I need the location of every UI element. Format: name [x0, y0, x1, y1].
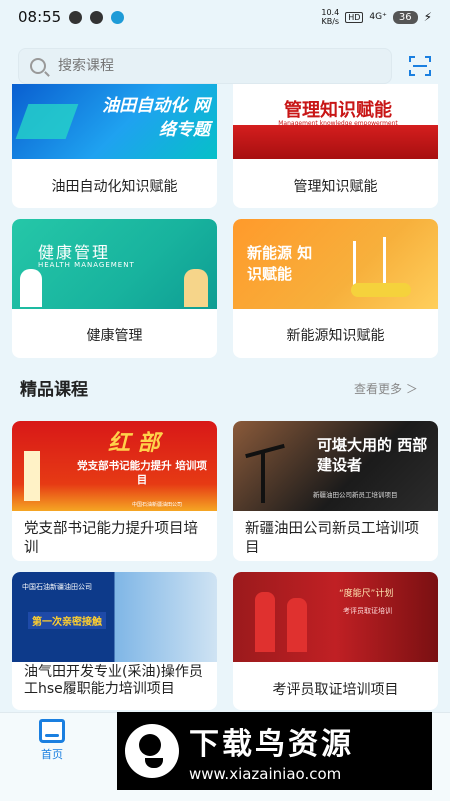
search-box[interactable]	[18, 48, 392, 84]
category-card-newenergy[interactable]: 新能源 知识赋能 新能源知识赋能	[233, 219, 438, 358]
home-icon	[39, 719, 65, 743]
category-image-automation: 油田自动化 网络专题	[12, 84, 217, 159]
course-image: 中国石油新疆油田公司 第一次亲密接触	[12, 572, 217, 662]
course-image-main: “度能尺”计划	[339, 589, 394, 599]
category-image-management: 管理知识赋能 Management knowledge empowerment	[233, 84, 438, 159]
tab-home[interactable]: 首页	[32, 719, 72, 762]
course-title: 油气田开发专业(采油)操作员工hse履职能力培训项目	[24, 664, 203, 697]
search-input[interactable]	[56, 57, 360, 75]
status-bar: 08:55 10.4 KB/s HD 4G⁺ 36 ⚡	[0, 0, 450, 34]
course-card[interactable]: 中国石油新疆油田公司 第一次亲密接触 油气田开发专业(采油)操作员工hse履职能…	[12, 572, 217, 710]
course-title: 新疆油田公司新员工培训项目	[245, 521, 419, 556]
watermark-url: www.xiazainiao.com	[189, 765, 342, 783]
category-label: 健康管理	[86, 328, 143, 344]
tab-home-label: 首页	[41, 748, 63, 761]
category-image-text: 油田自动化 网络专题	[102, 96, 210, 140]
charging-icon: ⚡	[423, 10, 432, 24]
category-image-sub: HEALTH MANAGEMENT	[38, 261, 135, 269]
category-image-text: 健康管理	[38, 243, 111, 262]
notification-icon	[69, 10, 83, 24]
category-image-text: 新能源 知识赋能	[247, 244, 313, 283]
course-image-main: 中国石油新疆油田公司	[22, 583, 92, 591]
course-image: 红 部 党支部书记能力提升 培训项目 中国石油新疆油田公司	[12, 421, 217, 511]
category-image-newenergy: 新能源 知识赋能	[233, 219, 438, 309]
category-card-management[interactable]: 管理知识赋能 Management knowledge empowerment …	[233, 84, 438, 208]
category-label: 油田自动化知识赋能	[51, 179, 178, 195]
status-time: 08:55	[18, 8, 62, 26]
watermark-title: 下载鸟资源	[189, 727, 354, 762]
category-label: 新能源知识赋能	[286, 328, 385, 344]
message-icon	[90, 10, 104, 24]
course-image-main: 可堪大用的 西部建设者	[317, 436, 428, 474]
course-title: 考评员取证培训项目	[272, 682, 399, 698]
category-card-automation[interactable]: 油田自动化 网络专题 油田自动化知识赋能	[12, 84, 217, 208]
watermark: 下载鸟资源 www.xiazainiao.com	[117, 712, 432, 790]
course-image-main: 红 部	[108, 431, 160, 456]
category-label: 管理知识赋能	[293, 179, 378, 195]
category-image-health: 健康管理 HEALTH MANAGEMENT	[12, 219, 217, 309]
course-title: 党支部书记能力提升项目培训	[24, 521, 198, 556]
course-card[interactable]: 可堪大用的 西部建设者 新疆油田公司新员工培训项目 新疆油田公司新员工培训项目	[233, 421, 438, 561]
course-image-org: 中国石油新疆油田公司	[132, 502, 183, 508]
scan-icon[interactable]	[408, 54, 432, 78]
net-speed: 10.4 KB/s	[321, 8, 340, 26]
course-image: 可堪大用的 西部建设者 新疆油田公司新员工培训项目	[233, 421, 438, 511]
course-card[interactable]: “度能尺”计划 考评员取证培训 考评员取证培训项目	[233, 572, 438, 710]
battery-icon: 36	[392, 10, 418, 24]
qq-icon	[111, 10, 125, 24]
course-image-sub: 新疆油田公司新员工培训项目	[313, 491, 398, 499]
category-image-sub: Management knowledge empowerment	[278, 120, 398, 127]
view-more-link[interactable]: 查看更多 ＞	[354, 380, 418, 397]
course-card[interactable]: 红 部 党支部书记能力提升 培训项目 中国石油新疆油田公司 党支部书记能力提升项…	[12, 421, 217, 561]
signal-icon: 4G⁺	[369, 12, 387, 22]
course-image-sub: 党支部书记能力提升 培训项目	[77, 460, 207, 486]
search-row	[18, 48, 432, 84]
bird-logo-icon	[125, 724, 179, 778]
hd-icon: HD	[345, 11, 364, 23]
course-image: “度能尺”计划 考评员取证培训	[233, 572, 438, 662]
search-icon	[30, 58, 46, 74]
section-title: 精品课程	[20, 380, 88, 400]
course-image-sub: 考评员取证培训	[343, 607, 392, 615]
category-card-health[interactable]: 健康管理 HEALTH MANAGEMENT 健康管理	[12, 219, 217, 358]
course-image-sub: 第一次亲密接触	[28, 612, 106, 629]
category-image-text: 管理知识赋能	[284, 100, 392, 121]
